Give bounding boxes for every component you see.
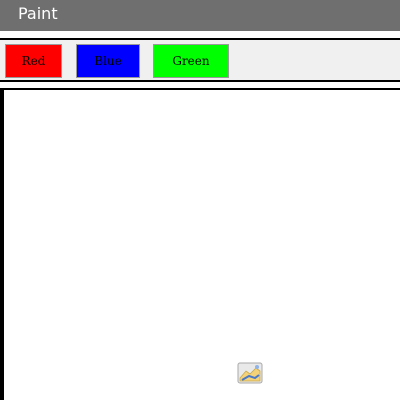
red-color-button[interactable]: Red: [5, 44, 62, 78]
green-color-button[interactable]: Green: [153, 44, 229, 78]
window-title: Paint: [18, 4, 58, 23]
drawing-canvas[interactable]: [0, 88, 400, 400]
paint-window: Paint Red Blue Green: [0, 0, 400, 400]
blue-color-button[interactable]: Blue: [76, 44, 140, 78]
paint-brush-cursor-icon: [237, 362, 263, 384]
title-bar: Paint: [0, 0, 400, 31]
color-toolbar: Red Blue Green: [0, 38, 400, 82]
